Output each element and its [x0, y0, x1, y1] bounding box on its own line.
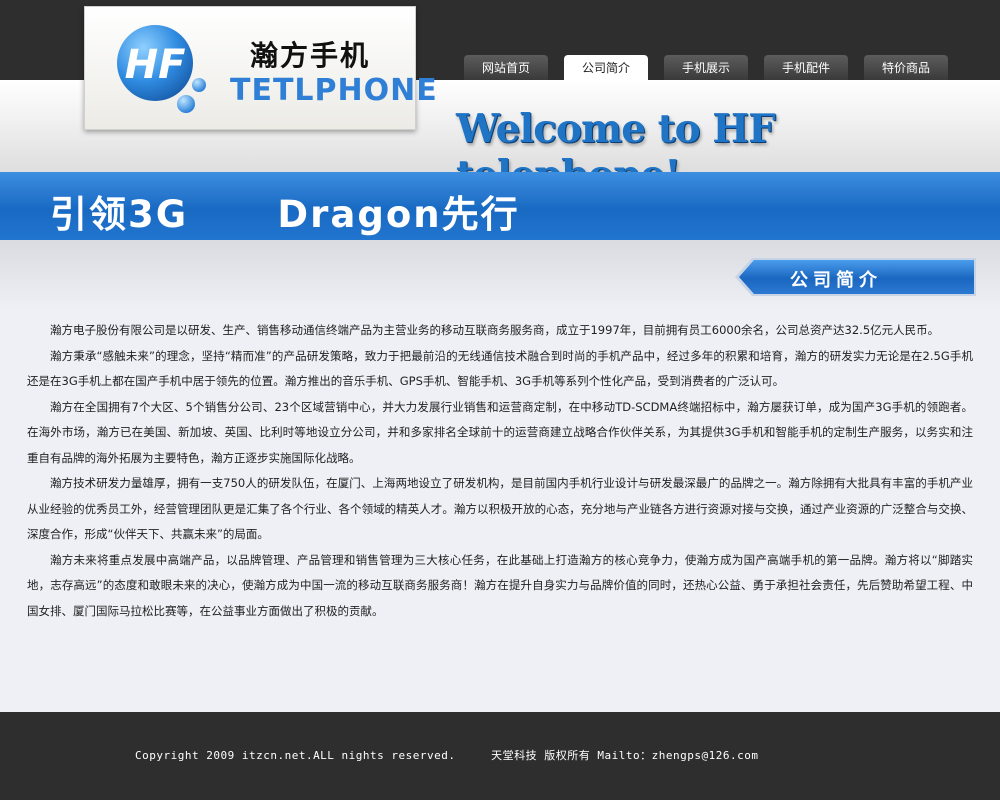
article-paragraph: 瀚方在全国拥有7个大区、5个销售分公司、23个区域营销中心，并大力发展行业销售和…	[27, 399, 973, 465]
hf-logo-icon: HF	[117, 25, 206, 113]
nav-accessories[interactable]: 手机配件	[764, 55, 848, 80]
section-title: 公司简介	[790, 270, 882, 291]
article-paragraph: 瀚方电子股份有限公司是以研发、生产、销售移动通信终端产品为主营业务的移动互联商务…	[50, 323, 940, 337]
article-paragraph: 瀚方秉承“感触未来”的理念，坚持“精而准”的产品研发策略，致力于把最前沿的无线通…	[27, 348, 973, 389]
article-paragraph: 瀚方未来将重点发展中高端产品，以品牌管理、产品管理和销售管理为三大核心任务，在此…	[27, 552, 973, 618]
logo-english-name: TETLPHONE	[230, 73, 438, 108]
main-nav: 网站首页 公司简介 手机展示 手机配件 特价商品	[464, 55, 948, 80]
nav-special-offers[interactable]: 特价商品	[864, 55, 948, 80]
logo-chinese-name: 瀚方手机	[250, 39, 371, 72]
site-logo[interactable]: HF 瀚方手机 TETLPHONE	[84, 6, 437, 130]
article-paragraph: 瀚方技术研发力量雄厚，拥有一支750人的研发队伍，在厦门、上海两地设立了研发机构…	[27, 476, 973, 541]
footer-copyright: Copyright 2009 itzcn.net.ALL nights rese…	[135, 749, 759, 762]
company-profile-article: 瀚方电子股份有限公司是以研发、生产、销售移动通信终端产品为主营业务的移动互联商务…	[27, 318, 973, 624]
nav-home[interactable]: 网站首页	[464, 55, 548, 80]
svg-text:HF: HF	[125, 42, 186, 88]
nav-company-profile[interactable]: 公司简介	[564, 55, 648, 80]
nav-phone-showcase[interactable]: 手机展示	[664, 55, 748, 80]
banner-slogan: 引领3G Dragon先行	[50, 193, 520, 236]
